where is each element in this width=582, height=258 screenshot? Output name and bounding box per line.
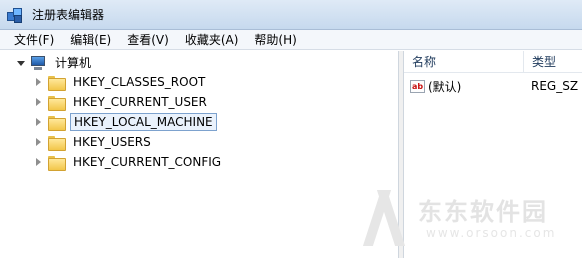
tree-item-label: 计算机 — [55, 56, 92, 70]
tree-item-label: HKEY_USERS — [73, 135, 151, 149]
collapse-arrow-icon[interactable] — [16, 58, 26, 68]
folder-icon — [48, 75, 66, 91]
string-value-icon: ab — [410, 79, 425, 93]
value-name: (默认) — [428, 79, 462, 94]
tree-item-label: HKEY_CLASSES_ROOT — [73, 75, 206, 89]
value-type: REG_SZ — [531, 79, 579, 93]
menu-edit[interactable]: 编辑(E) — [62, 30, 119, 50]
menu-help[interactable]: 帮助(H) — [246, 30, 304, 50]
folder-icon — [48, 155, 66, 171]
regedit-app-icon — [6, 6, 24, 24]
title-bar: 注册表编辑器 — [0, 0, 582, 30]
tree-item-hkey-users[interactable]: HKEY_USERS — [34, 132, 154, 152]
folder-icon — [48, 135, 66, 151]
expand-arrow-icon[interactable] — [34, 137, 44, 147]
tree-item-computer[interactable]: 计算机 — [16, 53, 94, 73]
menu-view[interactable]: 查看(V) — [119, 30, 177, 50]
expand-arrow-icon[interactable] — [34, 97, 44, 107]
expand-arrow-icon[interactable] — [34, 77, 44, 87]
tree-item-hkey-current-config[interactable]: HKEY_CURRENT_CONFIG — [34, 152, 224, 172]
tree-item-hkey-current-user[interactable]: HKEY_CURRENT_USER — [34, 92, 210, 112]
menu-bar: 文件(F) 编辑(E) 查看(V) 收藏夹(A) 帮助(H) — [0, 30, 582, 50]
tree-item-label: HKEY_LOCAL_MACHINE — [70, 113, 217, 131]
column-header-name[interactable]: 名称 — [404, 51, 524, 73]
menu-file[interactable]: 文件(F) — [6, 30, 62, 50]
tree-item-label: HKEY_CURRENT_USER — [73, 95, 207, 109]
tree-item-hkey-classes-root[interactable]: HKEY_CLASSES_ROOT — [34, 72, 208, 92]
value-row[interactable]: ab (默认) REG_SZ — [404, 77, 582, 95]
expand-arrow-icon[interactable] — [34, 157, 44, 167]
tree-item-hkey-local-machine[interactable]: HKEY_LOCAL_MACHINE — [34, 112, 217, 132]
values-list-pane[interactable]: 名称 类型 ab (默认) REG_SZ — [403, 51, 582, 258]
tree-item-label: HKEY_CURRENT_CONFIG — [73, 155, 222, 169]
folder-icon — [48, 115, 66, 131]
expand-arrow-icon[interactable] — [34, 117, 44, 127]
registry-tree-pane[interactable]: 计算机 HKEY_CLASSES_ROOT HKEY_CURRENT_USER … — [0, 51, 399, 258]
column-header-type[interactable]: 类型 — [524, 51, 582, 73]
menu-favorites[interactable]: 收藏夹(A) — [177, 30, 247, 50]
computer-icon — [30, 56, 46, 70]
window-title: 注册表编辑器 — [32, 8, 105, 22]
folder-icon — [48, 95, 66, 111]
